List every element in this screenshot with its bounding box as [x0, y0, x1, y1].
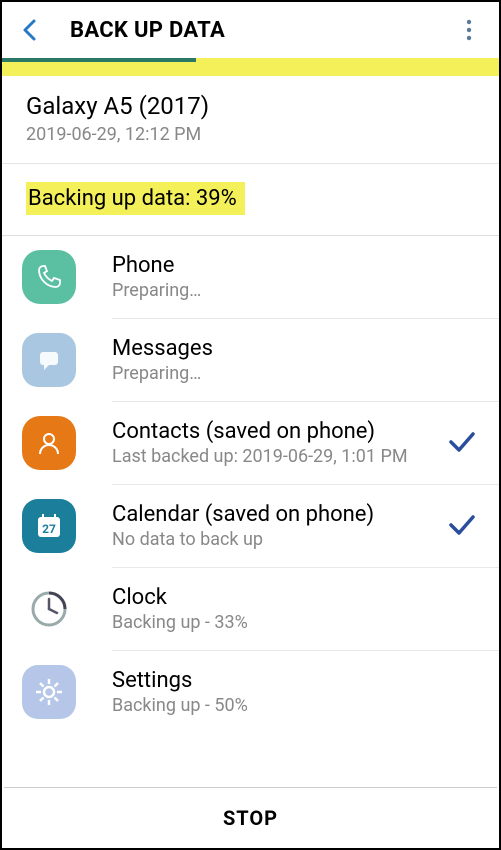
item-subtitle: Backing up - 50% [112, 695, 477, 716]
calendar-icon: 27 [22, 499, 76, 553]
app-header: BACK UP DATA [2, 2, 499, 58]
list-item[interactable]: Phone Preparing… [2, 236, 499, 318]
device-timestamp: 2019-06-29, 12:12 PM [26, 124, 475, 145]
list-item[interactable]: Clock Backing up - 33% [2, 568, 499, 650]
progress-bar [2, 58, 499, 76]
item-title: Clock [112, 585, 477, 610]
item-subtitle: Preparing… [112, 280, 477, 301]
check-icon [447, 428, 477, 458]
clock-icon [22, 582, 76, 636]
item-title: Phone [112, 253, 477, 278]
footer-bar: STOP [4, 787, 497, 848]
device-info: Galaxy A5 (2017) 2019-06-29, 12:12 PM [2, 76, 499, 163]
item-title: Messages [112, 336, 477, 361]
messages-icon [22, 333, 76, 387]
settings-icon [22, 665, 76, 719]
stop-button[interactable]: STOP [223, 806, 278, 830]
list-item[interactable]: Messages Preparing… [2, 319, 499, 401]
device-name: Galaxy A5 (2017) [26, 92, 475, 120]
item-title: Settings [112, 668, 477, 693]
contacts-icon [22, 416, 76, 470]
item-title: Contacts (saved on phone) [112, 419, 447, 444]
list-item[interactable]: Settings Backing up - 50% [2, 651, 499, 733]
list-item[interactable]: 27 Calendar (saved on phone) No data to … [2, 485, 499, 567]
backup-status: Backing up data: 39% [2, 164, 499, 235]
status-text: Backing up data: 39% [26, 182, 245, 215]
item-subtitle: No data to back up [112, 529, 447, 550]
item-subtitle: Last backed up: 2019-06-29, 1:01 PM [112, 446, 447, 467]
backup-list: Phone Preparing… Messages Preparing… Con… [2, 235, 499, 733]
more-menu-icon[interactable] [457, 18, 481, 42]
item-subtitle: Preparing… [112, 363, 477, 384]
item-title: Calendar (saved on phone) [112, 502, 447, 527]
check-icon [447, 511, 477, 541]
list-item[interactable]: Contacts (saved on phone) Last backed up… [2, 402, 499, 484]
svg-text:27: 27 [42, 522, 56, 536]
item-subtitle: Backing up - 33% [112, 612, 477, 633]
phone-icon [22, 250, 76, 304]
page-title: BACK UP DATA [70, 18, 457, 43]
back-icon[interactable] [18, 18, 42, 42]
progress-fill [2, 58, 196, 62]
